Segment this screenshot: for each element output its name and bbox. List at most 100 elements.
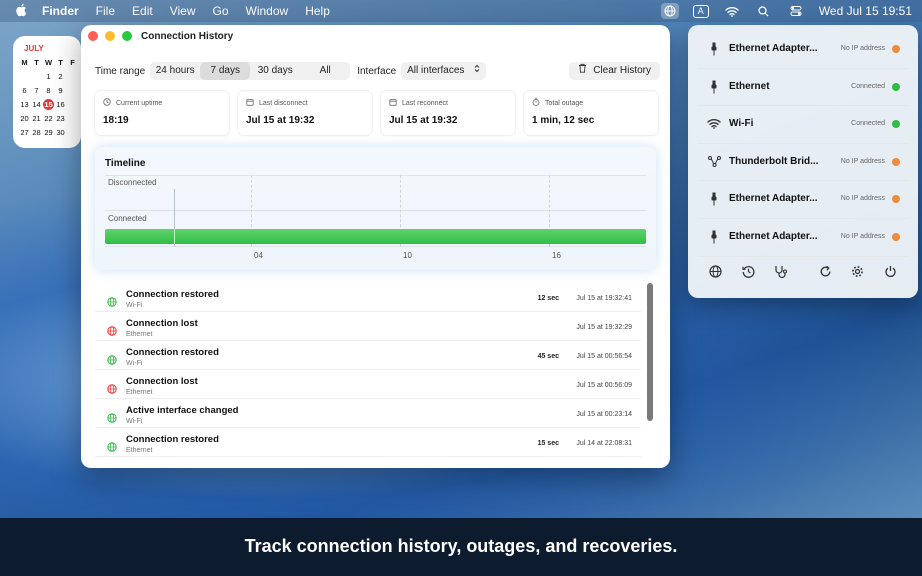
ethernet-icon bbox=[707, 230, 721, 244]
globe-icon[interactable] bbox=[707, 263, 723, 279]
menu-clock[interactable]: Wed Jul 15 19:51 bbox=[819, 4, 912, 18]
event-title: Connection lost bbox=[126, 376, 198, 387]
stats-row: Current uptime 18:19 Last disconnect Jul… bbox=[95, 91, 658, 135]
event-time: Jul 15 at 00:56:09 bbox=[576, 382, 632, 389]
interface-name: Ethernet Adapter... bbox=[729, 43, 818, 54]
event-interface: Ethernet bbox=[126, 331, 153, 338]
menu-app-name[interactable]: Finder bbox=[42, 4, 79, 18]
event-time: Jul 14 at 22:08:31 bbox=[576, 440, 632, 447]
calendar-day: 21 bbox=[32, 114, 41, 123]
interface-select[interactable]: All interfaces bbox=[401, 62, 487, 80]
interface-item[interactable]: Ethernet Adapter... No IP address bbox=[688, 218, 918, 255]
stat-label: Last disconnect bbox=[259, 99, 308, 107]
thunderbolt-icon bbox=[707, 155, 721, 169]
status-dot bbox=[892, 44, 900, 53]
interface-item[interactable]: Thunderbolt Brid... No IP address bbox=[688, 143, 918, 180]
panel-action-bar bbox=[688, 263, 918, 285]
spotlight-search-icon[interactable] bbox=[755, 3, 773, 19]
calendar-day: 8 bbox=[46, 86, 51, 95]
clear-history-button[interactable]: Clear History bbox=[569, 62, 660, 80]
ethernet-icon bbox=[707, 80, 721, 94]
globe-connected-icon bbox=[107, 352, 117, 365]
event-time: Jul 15 at 19:32:29 bbox=[576, 324, 632, 331]
menu-edit[interactable]: Edit bbox=[132, 4, 153, 18]
event-row[interactable]: Connection restored Wi-Fi 12 sec Jul 15 … bbox=[95, 283, 641, 312]
toolbar: Time range 24 hours 7 days 30 days All I… bbox=[95, 62, 660, 80]
event-title: Connection restored bbox=[126, 434, 219, 445]
close-button[interactable] bbox=[88, 31, 98, 41]
zoom-button[interactable] bbox=[122, 31, 132, 41]
globe-lost-icon bbox=[107, 381, 117, 394]
apple-icon[interactable] bbox=[14, 3, 28, 20]
calendar-weekday: F bbox=[70, 58, 75, 67]
calendar-day: 16 bbox=[56, 100, 65, 109]
calendar-day: 14 bbox=[32, 100, 41, 109]
event-row[interactable]: Connection lost Ethernet Jul 15 at 00:56… bbox=[95, 370, 641, 399]
status-dot bbox=[892, 194, 900, 203]
event-duration: 45 sec bbox=[537, 353, 559, 360]
input-menu-icon[interactable]: A bbox=[692, 4, 709, 18]
globe-connected-icon bbox=[107, 439, 117, 452]
wifi-menu-icon[interactable] bbox=[723, 3, 741, 19]
calendar-day bbox=[67, 127, 78, 138]
calendar-day: 13 bbox=[20, 100, 29, 109]
calendar-weekday: M bbox=[21, 58, 28, 67]
divider bbox=[698, 256, 908, 257]
power-icon[interactable] bbox=[882, 263, 898, 279]
network-status-icon[interactable] bbox=[660, 3, 679, 19]
event-row[interactable]: Connection restored Ethernet 15 sec Jul … bbox=[95, 428, 641, 457]
ethernet-icon bbox=[707, 42, 721, 56]
network-menu-panel: Ethernet Adapter... No IP address Ethern… bbox=[688, 25, 918, 298]
range-24-hours[interactable]: 24 hours bbox=[150, 62, 200, 80]
event-list[interactable]: Connection restored Wi-Fi 12 sec Jul 15 … bbox=[95, 283, 641, 461]
menu-help[interactable]: Help bbox=[305, 4, 330, 18]
event-row[interactable]: Connection lost Ethernet Jul 15 at 19:32… bbox=[95, 312, 641, 341]
event-title: Connection restored bbox=[126, 289, 219, 300]
event-time: Jul 15 at 00:23:14 bbox=[576, 411, 632, 418]
calendar-widget[interactable]: JULY M T W T F 1 2 6 7 8 9 13 14 15 16 2… bbox=[13, 36, 81, 148]
event-list-scrollbar[interactable] bbox=[647, 283, 653, 421]
interface-select-value: All interfaces bbox=[407, 65, 465, 76]
event-interface: Wi-Fi bbox=[126, 418, 143, 425]
title-bar[interactable]: Connection History bbox=[81, 25, 670, 49]
menu-go[interactable]: Go bbox=[213, 4, 229, 18]
control-center-icon[interactable] bbox=[787, 3, 805, 19]
menu-file[interactable]: File bbox=[96, 4, 115, 18]
time-range-label: Time range bbox=[95, 65, 146, 77]
calendar-today: 15 bbox=[43, 99, 54, 110]
range-30-days[interactable]: 30 days bbox=[250, 62, 300, 80]
status-dot bbox=[892, 157, 900, 166]
marketing-caption: Track connection history, outages, and r… bbox=[244, 536, 678, 556]
menu-view[interactable]: View bbox=[170, 4, 196, 18]
calendar-weekday: T bbox=[34, 58, 39, 67]
interface-name: Thunderbolt Brid... bbox=[729, 156, 819, 167]
range-7-days[interactable]: 7 days bbox=[200, 62, 251, 80]
interface-item[interactable]: Ethernet Connected bbox=[688, 68, 918, 105]
timeline-tick-label: 16 bbox=[552, 251, 561, 260]
menu-window[interactable]: Window bbox=[246, 4, 289, 18]
interface-item[interactable]: Ethernet Adapter... No IP address bbox=[688, 180, 918, 217]
event-duration: 12 sec bbox=[537, 295, 559, 302]
timeline-gridline bbox=[105, 246, 646, 247]
interface-name: Ethernet bbox=[729, 81, 770, 92]
calendar-day: 1 bbox=[46, 72, 51, 81]
settings-icon[interactable] bbox=[849, 263, 865, 279]
history-icon[interactable] bbox=[740, 263, 756, 279]
diagnostics-icon[interactable] bbox=[773, 263, 789, 279]
calendar-weekday: T bbox=[58, 58, 63, 67]
calendar-weekday: W bbox=[44, 58, 53, 67]
clear-history-label: Clear History bbox=[593, 65, 651, 76]
interface-item[interactable]: Wi-Fi Connected bbox=[688, 105, 918, 142]
event-row[interactable]: Connection restored Wi-Fi 45 sec Jul 15 … bbox=[95, 341, 641, 370]
event-row[interactable]: Active interface changed Wi-Fi Jul 15 at… bbox=[95, 399, 641, 428]
timeline-gridline bbox=[105, 210, 646, 211]
globe-lost-icon bbox=[107, 323, 117, 336]
refresh-icon[interactable] bbox=[817, 263, 833, 279]
minimize-button[interactable] bbox=[105, 31, 115, 41]
interface-item[interactable]: Ethernet Adapter... No IP address bbox=[688, 30, 918, 67]
ethernet-icon bbox=[707, 192, 721, 206]
calendar-day: 27 bbox=[20, 128, 29, 137]
range-all[interactable]: All bbox=[300, 62, 350, 80]
event-interface: Ethernet bbox=[126, 447, 153, 454]
timeline-state-disconnected: Disconnected bbox=[108, 178, 157, 187]
